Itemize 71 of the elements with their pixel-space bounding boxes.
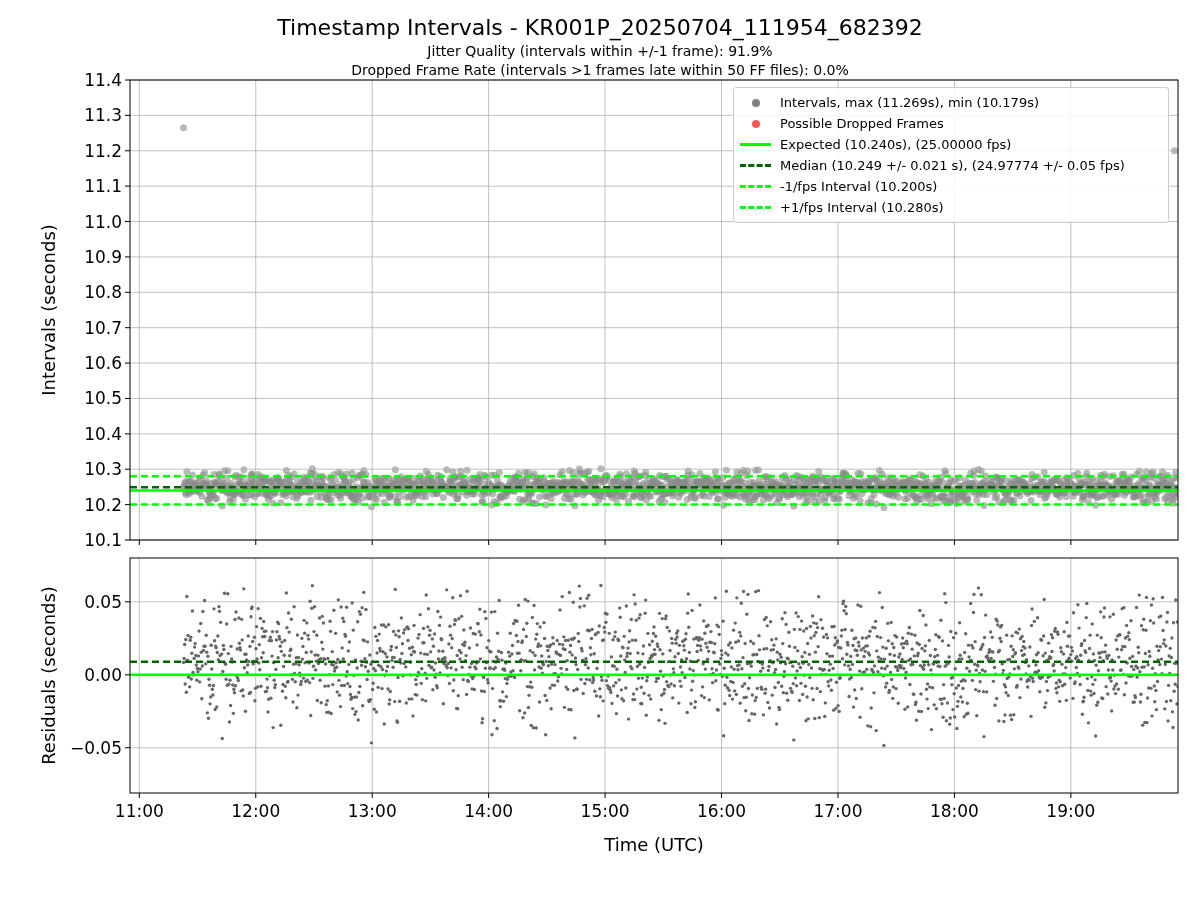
- y-tick-label: 11.2: [84, 140, 122, 161]
- tick-mark: [953, 792, 955, 799]
- chart-subtitle: Dropped Frame Rate (intervals >1 frames late within 50 FF files): 0.0%: [351, 61, 849, 80]
- x-tick-label: 16:00: [697, 801, 747, 821]
- x-tick-label: 12:00: [231, 801, 281, 821]
- x-tick-label: 18:00: [929, 801, 979, 821]
- y-tick-label: 10.5: [84, 388, 122, 409]
- x-axis-label: Time (UTC): [604, 834, 704, 855]
- chart-title: Timestamp Intervals - KR001P_20250704_111954_682392: [277, 14, 923, 42]
- x-tick-label: 19:00: [1046, 801, 1096, 821]
- tick-mark: [488, 539, 490, 546]
- tick-mark: [124, 362, 131, 364]
- tick-mark: [124, 397, 131, 399]
- y-tick-label: 10.3: [84, 459, 122, 480]
- x-tick-label: 13:00: [347, 801, 397, 821]
- tick-mark: [721, 792, 723, 799]
- x-tick-label: 11:00: [114, 801, 164, 821]
- tick-mark: [604, 539, 606, 546]
- legend-label: Median (10.249 +/- 0.021 s), (24.97774 +/- 0.05 fps): [780, 157, 1125, 175]
- y-axis-label: Intervals (seconds): [38, 224, 59, 396]
- y-tick-label: 11.0: [84, 211, 122, 232]
- tick-mark: [124, 433, 131, 435]
- y-tick-label: 0.05: [84, 591, 122, 612]
- y-tick-label: −0.05: [69, 737, 122, 758]
- y-tick-label: 10.7: [84, 317, 122, 338]
- tick-mark: [124, 185, 131, 187]
- tick-mark: [124, 291, 131, 293]
- y-tick-label: 10.6: [84, 353, 122, 374]
- tick-mark: [371, 539, 373, 546]
- tick-mark: [124, 114, 131, 116]
- tick-mark: [124, 221, 131, 223]
- tick-mark: [138, 792, 140, 799]
- tick-mark: [721, 539, 723, 546]
- y-tick-label: 10.4: [84, 423, 122, 444]
- tick-mark: [604, 792, 606, 799]
- tick-mark: [488, 792, 490, 799]
- legend-label: Expected (10.240s), (25.00000 fps): [780, 136, 1012, 154]
- tick-mark: [255, 792, 257, 799]
- tick-mark: [953, 539, 955, 546]
- tick-mark: [837, 539, 839, 546]
- tick-mark: [124, 601, 131, 603]
- tick-mark: [124, 256, 131, 258]
- tick-mark: [1070, 792, 1072, 799]
- x-tick-label: 15:00: [580, 801, 630, 821]
- tick-mark: [124, 468, 131, 470]
- y-axis-label: Residuals (seconds): [38, 586, 59, 765]
- y-tick-label: 10.2: [84, 494, 122, 515]
- tick-mark: [255, 539, 257, 546]
- y-tick-label: 0.00: [84, 664, 122, 685]
- x-tick-label: 14:00: [464, 801, 514, 821]
- tick-mark: [124, 674, 131, 676]
- x-tick-label: 17:00: [813, 801, 863, 821]
- y-tick-label: 11.4: [84, 70, 122, 90]
- tick-mark: [1070, 539, 1072, 546]
- legend-label: Intervals, max (11.269s), min (10.179s): [780, 94, 1039, 112]
- tick-mark: [124, 747, 131, 749]
- y-tick-label: 11.1: [84, 176, 122, 197]
- tick-mark: [371, 792, 373, 799]
- y-tick-label: 11.3: [84, 105, 122, 126]
- chart-subtitle: Jitter Quality (intervals within +/-1 frame): 91.9%: [427, 42, 773, 61]
- tick-mark: [124, 327, 131, 329]
- tick-mark: [124, 504, 131, 506]
- y-tick-label: 10.8: [84, 282, 122, 303]
- tick-mark: [124, 150, 131, 152]
- tick-mark: [837, 792, 839, 799]
- tick-mark: [124, 79, 131, 81]
- legend-label: +1/fps Interval (10.280s): [780, 199, 944, 217]
- y-tick-label: 10.9: [84, 246, 122, 267]
- legend-label: Possible Dropped Frames: [780, 115, 944, 133]
- legend-label: -1/fps Interval (10.200s): [780, 178, 938, 196]
- y-tick-label: 10.1: [84, 530, 122, 550]
